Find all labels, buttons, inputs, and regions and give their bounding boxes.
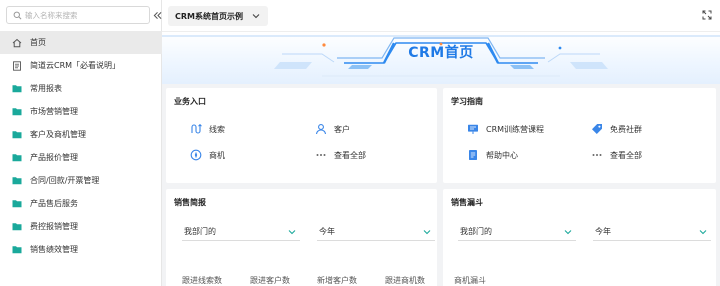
sidebar-item-label: 常用报表: [30, 84, 62, 93]
search-icon: [9, 7, 25, 23]
metric-new-customers: 新增客户数: [317, 276, 357, 285]
card-title: 业务入口: [174, 97, 206, 106]
chevron-down-icon: [699, 228, 707, 237]
entry-label: CRM训练营课程: [486, 124, 545, 134]
sidebar-item-performance[interactable]: 销售绩效管理: [0, 238, 162, 261]
entry-community[interactable]: 免费社群: [591, 122, 642, 136]
card-title: 销售简报: [174, 198, 206, 207]
card-title: 销售漏斗: [451, 198, 483, 207]
banner-title: CRM首页: [408, 45, 474, 61]
presentation-icon: [467, 123, 479, 135]
banner: CRM首页: [162, 32, 720, 84]
folder-icon: [12, 130, 22, 140]
folder-icon: [12, 107, 22, 117]
sales-brief-card: 销售简报 我部门的 今年 跟进线索数 跟进客户数 新增客户数 跟进商机数: [166, 189, 437, 286]
entry-label: 查看全部: [610, 150, 642, 160]
chevron-down-icon: [252, 12, 260, 21]
folder-icon: [12, 222, 22, 232]
metric-followed-customers: 跟进客户数: [250, 276, 290, 285]
department-filter[interactable]: 我部门的: [458, 223, 576, 241]
entry-customers[interactable]: 客户: [315, 122, 350, 136]
card-title: 学习指南: [451, 97, 483, 106]
user-icon: [315, 123, 327, 135]
period-filter[interactable]: 今年: [593, 223, 711, 241]
home-icon: [12, 38, 22, 48]
entry-view-all[interactable]: 查看全部: [315, 148, 366, 162]
more-icon: [591, 149, 603, 161]
sidebar-item-after-sales[interactable]: 产品售后服务: [0, 192, 162, 215]
more-icon: [315, 149, 327, 161]
period-filter[interactable]: 今年: [317, 223, 435, 241]
metric-followed-opportunities: 跟进商机数: [385, 276, 425, 285]
business-entry-card: 业务入口 线索 客户 商机 查看全部: [166, 88, 437, 183]
sidebar-menu: 首页 简道云CRM「必看说明」 常用报表 市场营销管理 客户及商机管理 产品报价…: [0, 31, 162, 261]
document-icon: [12, 60, 22, 71]
help-document-icon: [467, 149, 479, 161]
sidebar-item-contracts[interactable]: 合同/回款/开票管理: [0, 169, 162, 192]
top-bar: CRM系统首页示例: [162, 0, 720, 32]
sidebar-item-customers[interactable]: 客户及商机管理: [0, 123, 162, 146]
compass-icon: [190, 149, 202, 161]
sidebar-item-label: 市场营销管理: [30, 107, 78, 116]
chevron-down-icon: [423, 228, 431, 237]
entry-view-all[interactable]: 查看全部: [591, 148, 642, 162]
sidebar: 首页 简道云CRM「必看说明」 常用报表 市场营销管理 客户及商机管理: [0, 0, 162, 286]
entry-label: 帮助中心: [486, 150, 518, 160]
period-filter-value: 今年: [319, 227, 335, 236]
sidebar-item-label: 销售绩效管理: [30, 245, 78, 254]
metric-followed-leads: 跟进线索数: [182, 276, 222, 285]
sidebar-item-quotes[interactable]: 产品报价管理: [0, 146, 162, 169]
fullscreen-icon[interactable]: [702, 10, 712, 20]
department-filter-value: 我部门的: [184, 227, 216, 236]
sidebar-item-label: 简道云CRM「必看说明」: [30, 61, 121, 70]
collapse-sidebar-icon[interactable]: [152, 9, 162, 21]
department-filter-value: 我部门的: [460, 227, 492, 236]
entry-leads[interactable]: 线索: [190, 122, 225, 136]
folder-icon: [12, 176, 22, 186]
department-filter[interactable]: 我部门的: [182, 223, 300, 241]
entry-help-center[interactable]: 帮助中心: [467, 148, 518, 162]
chevron-down-icon: [564, 228, 572, 237]
entry-label: 线索: [209, 124, 225, 134]
sales-funnel-card: 销售漏斗 我部门的 今年 商机漏斗: [443, 189, 716, 286]
folder-icon: [12, 245, 22, 255]
chevron-down-icon: [288, 228, 296, 237]
sidebar-item-label: 费控报销管理: [30, 222, 78, 231]
search-input[interactable]: [25, 10, 145, 20]
sidebar-item-guide[interactable]: 简道云CRM「必看说明」: [0, 54, 162, 77]
folder-icon: [12, 84, 22, 94]
sidebar-item-label: 产品售后服务: [30, 199, 78, 208]
entry-course[interactable]: CRM训练营课程: [467, 122, 544, 136]
search-box[interactable]: [6, 6, 150, 24]
entry-label: 商机: [209, 150, 225, 160]
sidebar-item-home[interactable]: 首页: [0, 31, 162, 54]
sidebar-item-label: 产品报价管理: [30, 153, 78, 162]
leads-icon: [190, 123, 202, 135]
sidebar-item-label: 首页: [30, 38, 46, 47]
page-title: CRM系统首页示例: [175, 11, 243, 21]
folder-icon: [12, 199, 22, 209]
tag-icon: [591, 123, 603, 135]
sidebar-item-marketing[interactable]: 市场营销管理: [0, 100, 162, 123]
sidebar-item-common-reports[interactable]: 常用报表: [0, 77, 162, 100]
folder-icon: [12, 153, 22, 163]
metric-opportunity-funnel: 商机漏斗: [454, 276, 486, 285]
learning-guide-card: 学习指南 CRM训练营课程 免费社群 帮助中心 查看全部: [443, 88, 716, 183]
entry-label: 客户: [334, 124, 350, 134]
entry-label: 免费社群: [610, 124, 642, 134]
main-content: CRM首页 业务入口 线索 客户 商机 查看全部 学习指南 CRM训练营课程 免…: [162, 32, 720, 286]
sidebar-item-expenses[interactable]: 费控报销管理: [0, 215, 162, 238]
page-selector[interactable]: CRM系统首页示例: [168, 6, 268, 26]
period-filter-value: 今年: [595, 227, 611, 236]
sidebar-item-label: 合同/回款/开票管理: [30, 176, 100, 185]
entry-label: 查看全部: [334, 150, 366, 160]
entry-opportunities[interactable]: 商机: [190, 148, 225, 162]
sidebar-item-label: 客户及商机管理: [30, 130, 86, 139]
